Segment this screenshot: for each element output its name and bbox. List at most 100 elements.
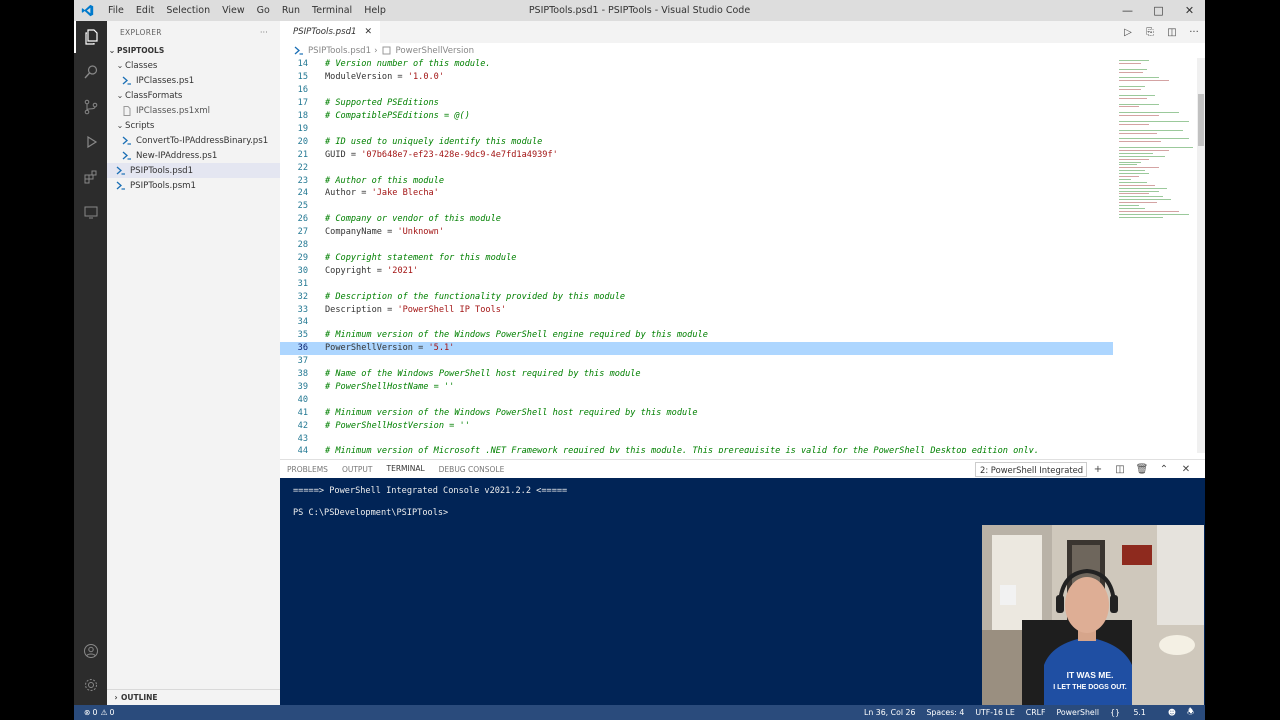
extensions-icon[interactable] [74, 161, 107, 193]
code-line[interactable]: 24 Author = 'Jake Blecha' [280, 187, 1113, 200]
menu-view[interactable]: View [216, 0, 251, 21]
code-line[interactable]: 17 # Supported PSEditions [280, 97, 1113, 110]
run-debug-icon[interactable] [74, 126, 107, 158]
language-mode[interactable]: PowerShell [1056, 708, 1099, 717]
code-line[interactable]: 32 # Description of the functionality pro… [280, 290, 1113, 303]
cursor-position[interactable]: Ln 36, Col 26 [864, 708, 915, 717]
tab-problems[interactable]: PROBLEMS [287, 460, 328, 479]
end-of-line[interactable]: CRLF [1026, 708, 1046, 717]
account-icon[interactable] [74, 635, 107, 667]
tree-item-new-ipaddress[interactable]: New-IPAddress.ps1 [107, 148, 280, 163]
code-line[interactable]: 35 # Minimum version of the Windows Power… [280, 329, 1113, 342]
code-line[interactable]: 28 [280, 239, 1113, 252]
code-line[interactable]: 21 GUID = '07b648e7-ef23-428e-9dc9-4e7fd1… [280, 148, 1113, 161]
scrollbar-thumb[interactable] [1198, 94, 1204, 146]
close-panel-icon[interactable]: ✕ [1175, 464, 1197, 475]
code-line[interactable]: 23 # Author of this module [280, 174, 1113, 187]
tree-item-classformats[interactable]: ⌄ ClassFormats [107, 88, 280, 103]
maximize-panel-icon[interactable]: ⌃ [1153, 464, 1175, 475]
powershell-file-icon [121, 151, 133, 161]
menu-terminal[interactable]: Terminal [306, 0, 358, 21]
menu-run[interactable]: Run [276, 0, 306, 21]
tree-item-ipclasses-ps1xml[interactable]: IPClasses.ps1xml [107, 103, 280, 118]
tree-item-ipclasses-ps1[interactable]: IPClasses.ps1 [107, 73, 280, 88]
more-actions-icon[interactable]: ··· [1183, 27, 1205, 38]
menu-help[interactable]: Help [358, 0, 392, 21]
tree-item-psiptools-psm1[interactable]: PSIPTools.psm1 [107, 178, 280, 193]
code-line[interactable]: 14 # Version number of this module. [280, 58, 1113, 71]
code-editor[interactable]: 14 # Version number of this module. 15 Modu… [280, 58, 1113, 453]
split-editor-icon[interactable]: ◫ [1161, 27, 1183, 38]
code-line[interactable]: 15 ModuleVersion = '1.0.0' [280, 71, 1113, 84]
menu-file[interactable]: File [102, 0, 130, 21]
code-line[interactable]: 33 Description = 'PowerShell IP Tools' [280, 303, 1113, 316]
feedback-icon[interactable]: ☻ [1168, 708, 1176, 717]
encoding[interactable]: UTF-16 LE [975, 708, 1014, 717]
tab-psiptools-psd1[interactable]: PSIPTools.psd1 ✕ [280, 21, 381, 43]
editor-scrollbar[interactable] [1197, 58, 1205, 453]
show-help-icon[interactable]: ⎘ [1139, 27, 1161, 38]
manage-gear-icon[interactable] [74, 669, 107, 701]
tree-item-psiptools-psd1[interactable]: PSIPTools.psd1 [107, 163, 280, 178]
outline-label: OUTLINE [121, 693, 158, 702]
code-line[interactable]: 38 # Name of the Windows PowerShell host … [280, 368, 1113, 381]
close-button[interactable]: ✕ [1174, 0, 1205, 21]
code-line[interactable]: 41 # Minimum version of the Windows Power… [280, 406, 1113, 419]
menu-edit[interactable]: Edit [130, 0, 160, 21]
folder-root[interactable]: ⌄ PSIPTOOLS [107, 43, 280, 58]
tab-terminal[interactable]: TERMINAL [386, 460, 425, 479]
code-line[interactable]: 30 Copyright = '2021' [280, 264, 1113, 277]
code-line[interactable]: 42 # PowerShellHostVersion = '' [280, 419, 1113, 432]
breadcrumb-file[interactable]: PSIPTools.psd1 [308, 46, 371, 56]
tree-item-classes[interactable]: ⌄ Classes [107, 58, 280, 73]
close-tab-icon[interactable]: ✕ [365, 27, 373, 37]
code-line[interactable]: 29 # Copyright statement for this module [280, 252, 1113, 265]
code-line[interactable]: 37 [280, 355, 1113, 368]
code-line[interactable]: 36 PowerShellVersion = '5.1' [280, 341, 1113, 355]
breadcrumb-symbol[interactable]: PowerShellVersion [396, 46, 475, 56]
problems-indicator[interactable]: ⊗ 0 ⚠ 0 [74, 708, 114, 717]
window-controls: — □ ✕ [1112, 0, 1205, 21]
kill-terminal-icon[interactable]: 🗑 [1131, 464, 1153, 475]
indentation[interactable]: Spaces: 4 [926, 708, 964, 717]
minimap-line [1119, 173, 1149, 175]
code-line[interactable]: 31 [280, 277, 1113, 290]
code-line[interactable]: 16 [280, 84, 1113, 97]
code-line[interactable]: 27 CompanyName = 'Unknown' [280, 226, 1113, 239]
menu-go[interactable]: Go [251, 0, 276, 21]
code-text: # Minimum version of Microsoft .NET Fram… [325, 446, 1039, 453]
new-terminal-icon[interactable]: + [1087, 464, 1109, 475]
minimize-button[interactable]: — [1112, 0, 1143, 21]
code-line[interactable]: 43 [280, 432, 1113, 445]
code-string: 'PowerShell IP Tools' [397, 304, 507, 315]
tab-debug-console[interactable]: DEBUG CONSOLE [439, 460, 505, 479]
tree-item-scripts[interactable]: ⌄ Scripts [107, 118, 280, 133]
code-line[interactable]: 22 [280, 161, 1113, 174]
notifications-bell-icon[interactable]: 🕭 [1187, 706, 1194, 719]
minimap[interactable] [1113, 58, 1197, 453]
outline-section[interactable]: › OUTLINE [107, 689, 280, 705]
powershell-version[interactable]: {} 5.1 [1110, 708, 1157, 717]
tab-output[interactable]: OUTPUT [342, 460, 373, 479]
code-line[interactable]: 18 # CompatiblePSEditions = @() [280, 110, 1113, 123]
code-line[interactable]: 19 [280, 123, 1113, 136]
code-line[interactable]: 39 # PowerShellHostName = '' [280, 381, 1113, 394]
code-line[interactable]: 34 [280, 316, 1113, 329]
menu-selection[interactable]: Selection [160, 0, 216, 21]
maximize-button[interactable]: □ [1143, 0, 1174, 21]
code-line[interactable]: 20 # ID used to uniquely identify this mo… [280, 135, 1113, 148]
search-icon[interactable] [74, 56, 107, 88]
tree-item-convertto-ipaddressbinary[interactable]: ConvertTo-IPAddressBinary.ps1 [107, 133, 280, 148]
remote-explorer-icon[interactable] [74, 196, 107, 228]
explorer-icon[interactable] [74, 21, 107, 53]
explorer-more-actions[interactable]: ··· [260, 28, 268, 37]
terminal-selector[interactable]: 2: PowerShell Integrated [975, 462, 1087, 477]
code-line[interactable]: 40 [280, 393, 1113, 406]
code-line[interactable]: 44 # Minimum version of Microsoft .NET Fr… [280, 445, 1113, 453]
run-icon[interactable]: ▷ [1117, 27, 1139, 38]
split-terminal-icon[interactable]: ◫ [1109, 464, 1131, 475]
code-line[interactable]: 26 # Company or vendor of this module [280, 213, 1113, 226]
source-control-icon[interactable] [74, 91, 107, 123]
code-line[interactable]: 25 [280, 200, 1113, 213]
code-text: # CompatiblePSEditions = @() [325, 111, 470, 121]
